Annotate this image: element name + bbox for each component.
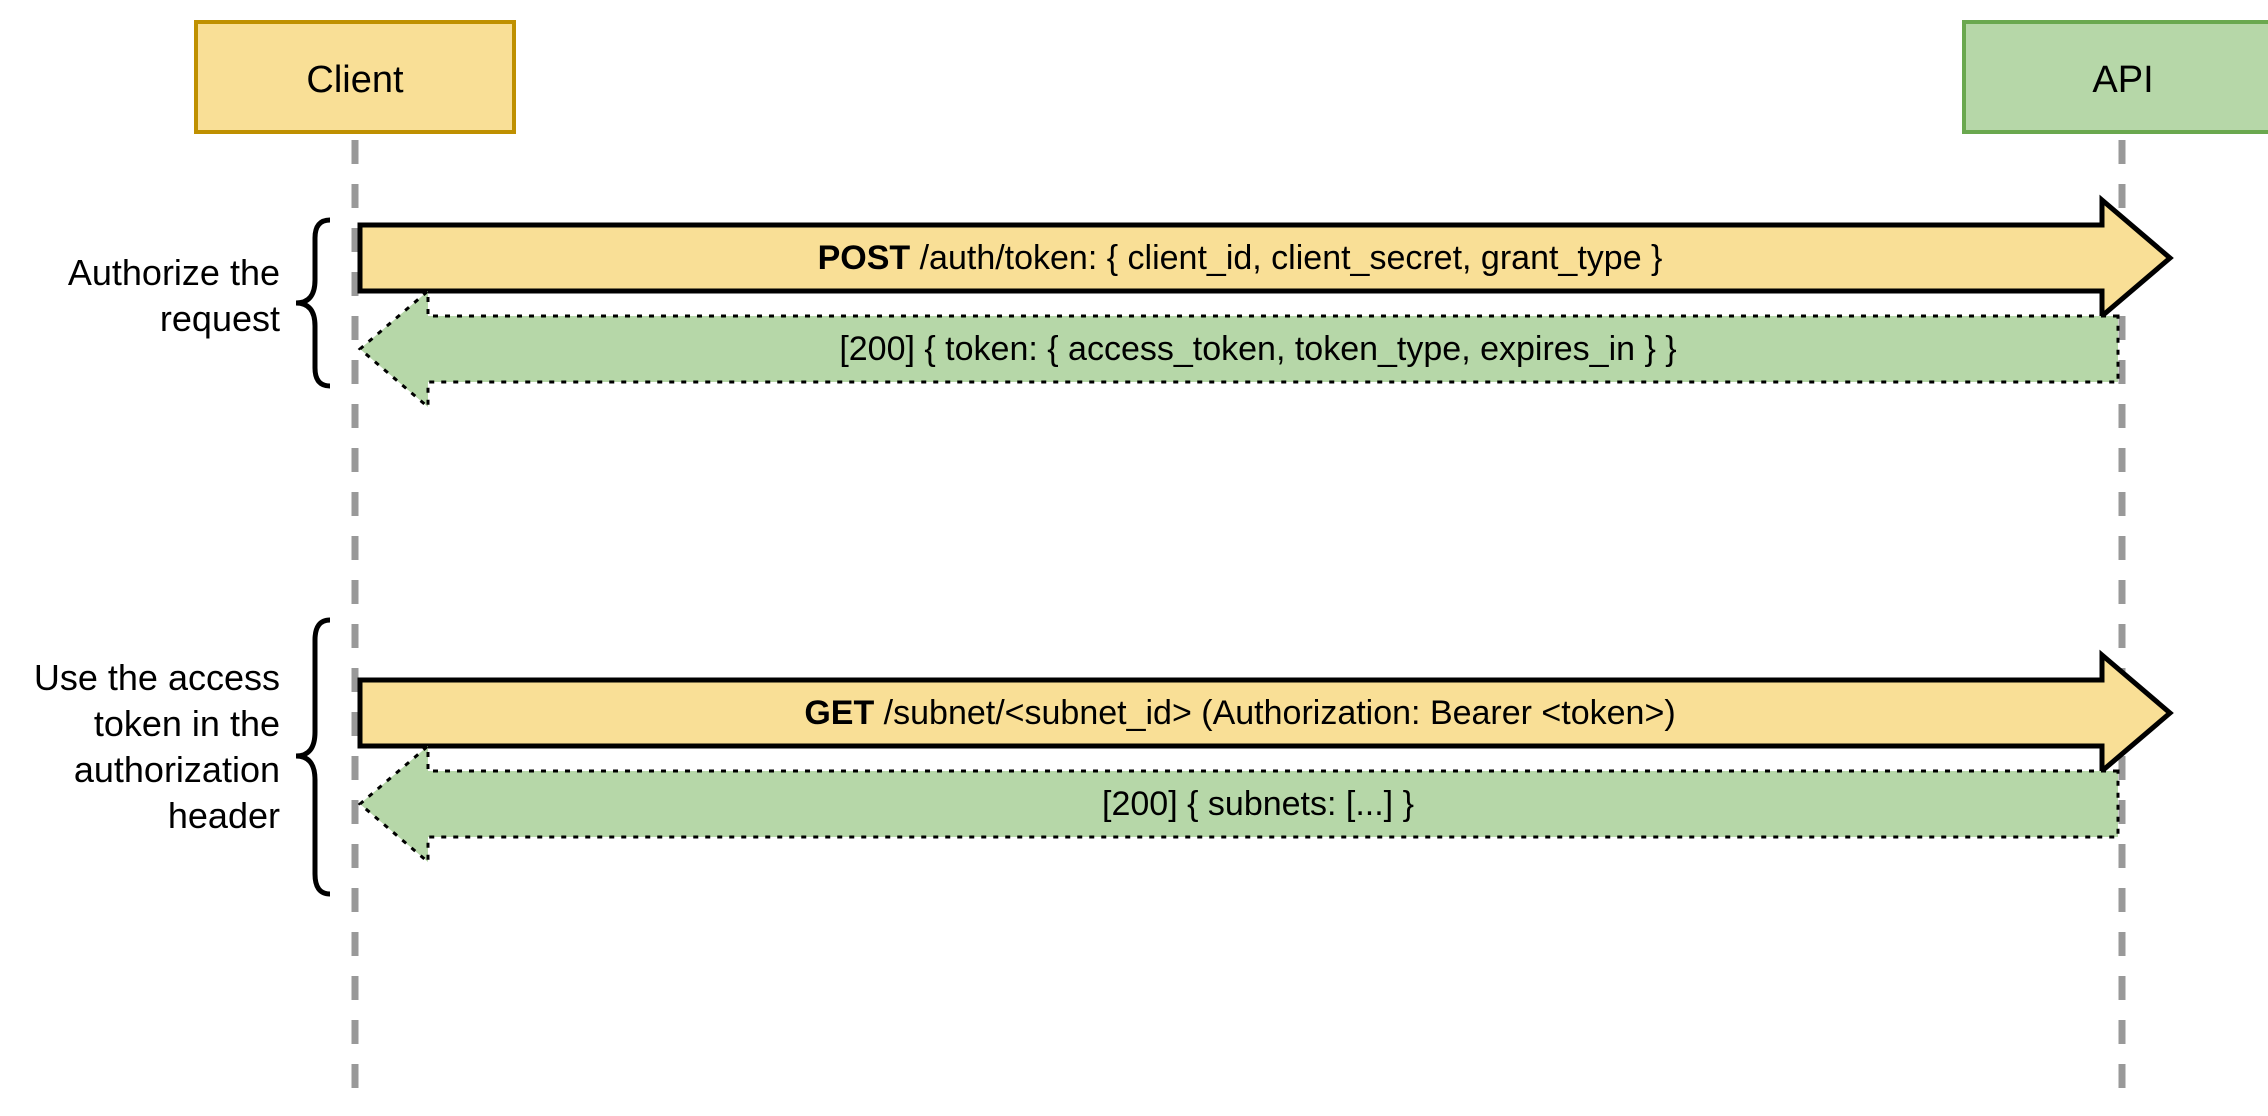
actor-label-api: API (2092, 59, 2153, 101)
msg-get-rest: /subnet/<subnet_id> (Authorization: Bear… (874, 694, 1675, 732)
phase-1-line-1: Authorize the (68, 252, 280, 293)
msg-get-verb: GET (804, 694, 874, 732)
brace-phase-1 (296, 220, 330, 386)
msg-post-rest: /auth/token: { client_id, client_secret,… (910, 239, 1662, 277)
msg-post-response: [200] { token: { access_token, token_typ… (839, 330, 1676, 368)
msg-post-request: POST /auth/token: { client_id, client_se… (818, 239, 1663, 277)
sequence-diagram: Client API Authorize the request POST /a… (0, 0, 2268, 1116)
brace-phase-2 (296, 620, 330, 894)
phase-1-line-2: request (160, 298, 280, 339)
msg-post-verb: POST (818, 239, 911, 277)
msg-get-response: [200] { subnets: [...] } (1102, 785, 1414, 823)
phase-2-line-4: header (168, 795, 280, 836)
actor-label-client: Client (306, 59, 404, 101)
phase-2-line-1: Use the access (34, 657, 280, 698)
phase-2-line-3: authorization (74, 749, 280, 790)
phase-2-line-2: token in the (94, 703, 280, 744)
msg-get-request: GET /subnet/<subnet_id> (Authorization: … (804, 694, 1675, 732)
